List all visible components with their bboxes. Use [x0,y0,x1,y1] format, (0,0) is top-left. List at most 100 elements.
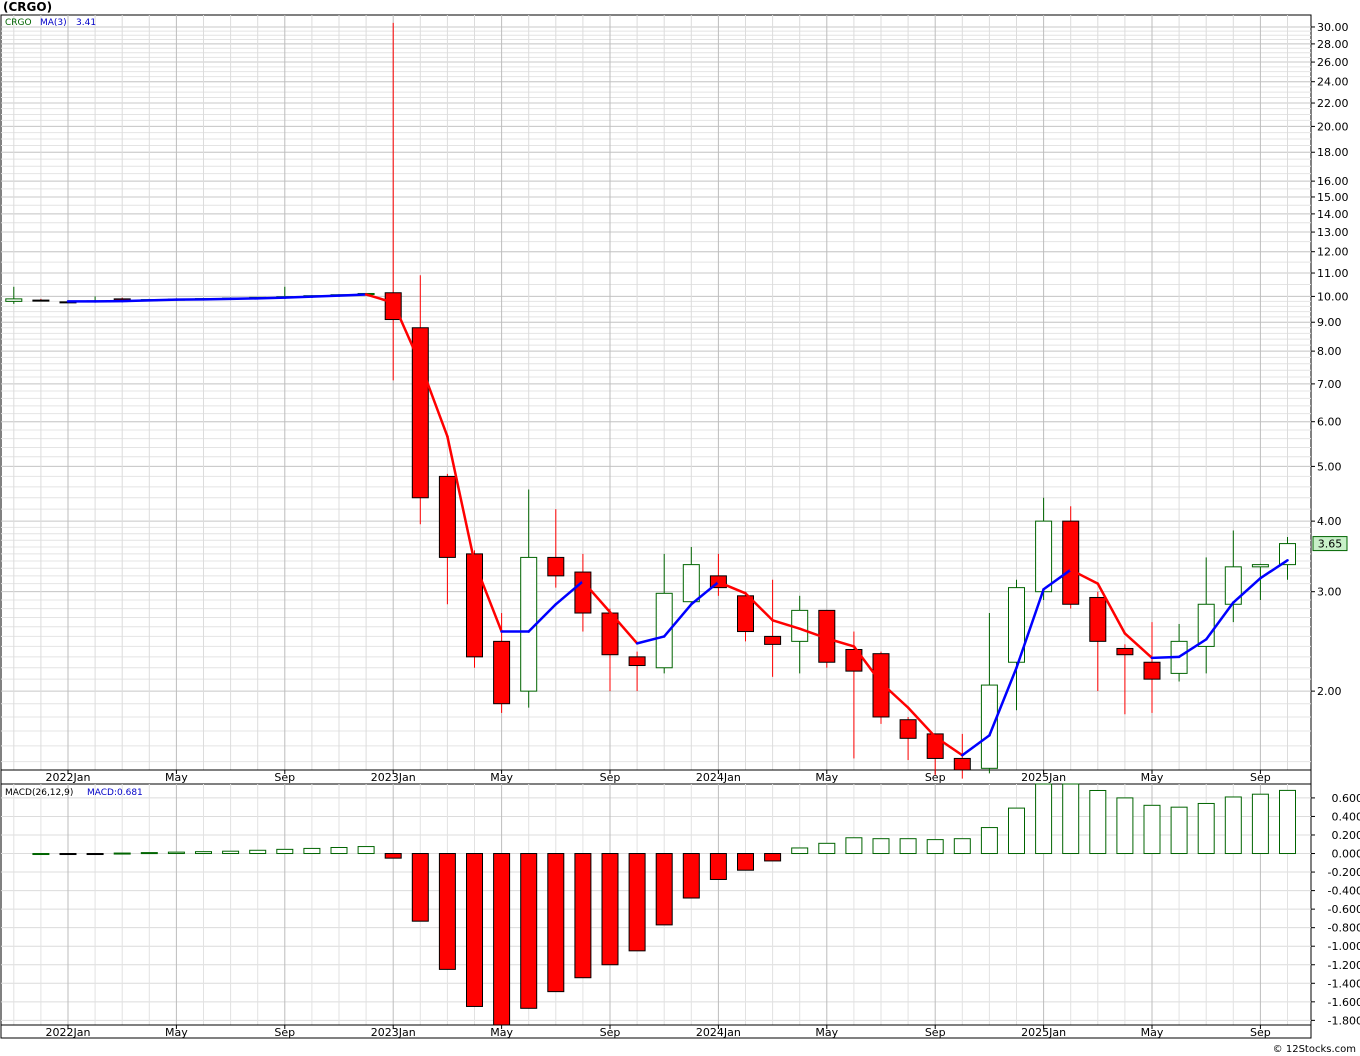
candle-up [980,684,998,769]
price-tick-label: 12.00 [1317,246,1349,259]
price-tick-label: 24.00 [1317,76,1349,89]
macd-bar-negative [682,853,700,899]
candle-down [574,571,592,614]
macd-bar-negative [764,853,782,862]
macd-bar-negative [493,853,511,1026]
macd-bar-negative [438,853,456,970]
macd-bar-positive [980,827,998,855]
price-tick-label: 30.00 [1317,21,1349,34]
macd-bar-positive [303,847,321,855]
candle-down [953,757,971,771]
macd-xtick-label: Sep [600,1026,621,1039]
macd-tick-label: -0.600 [1328,903,1360,916]
macd-tick-label: 0.200 [1332,829,1360,842]
macd-xtick-label: May [1141,1026,1164,1039]
macd-bar-negative [601,853,619,966]
macd-xtick-label: Sep [274,1026,295,1039]
macd-bar-negative [86,853,104,856]
price-tick-label: 13.00 [1317,226,1349,239]
price-tick-label: 8.00 [1317,345,1342,358]
last-price-label: 3.65 [1318,538,1343,551]
macd-bar-positive [1197,802,1215,855]
price-xtick-label: May [1141,771,1164,784]
macd-bar-positive [1089,789,1107,855]
macd-xtick-label: 2025Jan [1021,1026,1066,1039]
macd-bar-negative [655,853,673,926]
macd-xtick-label: 2023Jan [371,1026,416,1039]
ma-segment [1150,655,1181,660]
macd-bar-positive [249,849,267,855]
macd-tick-label: 0.000 [1332,848,1360,861]
macd-bar-negative [628,853,646,952]
candle-down [628,656,646,667]
macd-bar-positive [899,838,917,855]
candle-down [493,640,511,705]
price-xtick-label: 2023Jan [371,771,416,784]
price-tick-label: 9.00 [1317,316,1342,329]
candle-down [1062,520,1080,605]
price-tick-label: 20.00 [1317,120,1349,133]
price-panel: 30.00 28.00 26.00 24.00 22.00 20.00 18.00 16.00… [0,14,1349,785]
price-xtick-label: Sep [600,771,621,784]
macd-xtick-label: 2022Jan [46,1026,91,1039]
candle-up [682,564,700,603]
price-tick-label: 16.00 [1317,175,1349,188]
macd-bar-positive [357,846,375,855]
price-tick-label: 11.00 [1317,267,1349,280]
macd-bar-positive [1035,783,1053,855]
legend-ticker: CRGO [5,18,32,28]
macd-bar-positive [1224,796,1242,855]
macd-tick-label: -1.600 [1328,996,1360,1009]
macd-bar-positive [818,842,836,855]
candle-down [1143,661,1161,680]
macd-tick-label: -0.400 [1328,885,1360,898]
macd-bar-positive [1008,807,1025,855]
macd-bar-negative [547,853,565,993]
candle-down [1116,647,1134,656]
price-tick-label: 7.00 [1317,378,1342,391]
macd-bar-negative [411,853,429,922]
macd-bar-positive [113,852,131,855]
macd-xtick-label: Sep [925,1026,946,1039]
macd-bar-positive [1251,793,1269,855]
macd-bar-positive [953,838,971,855]
ma-segment [256,296,287,300]
macd-tick-label: -1.000 [1328,940,1360,953]
macd-tick-label: -1.400 [1328,977,1360,990]
macd-bar-positive [1062,783,1080,855]
macd-tick-label: 0.400 [1332,810,1360,823]
ma-segment [120,299,151,303]
macd-tick-label: -0.800 [1328,922,1360,935]
price-xtick-label: May [815,771,838,784]
macd-bar-positive [1170,806,1188,855]
macd-xtick-label: 2024Jan [696,1026,741,1039]
price-tick-label: 22.00 [1317,97,1349,110]
macd-tick-label: 0.600 [1332,792,1360,805]
price-tick-label: 3.00 [1317,586,1342,599]
price-xtick-label: May [165,771,188,784]
price-tick-label: 26.00 [1317,56,1349,69]
candle-down [1089,596,1107,642]
price-tick-label: 2.00 [1317,685,1342,698]
candle-down [764,635,782,645]
candle-down [466,553,483,658]
macd-xtick-label: May [165,1026,188,1039]
macd-bar-positive [926,839,944,855]
candle-down [438,475,456,558]
macd-panel: 0.600 0.400 0.200 0.000 -0.200 -0.400 -0.600 -0… [0,783,1360,1039]
macd-tick-label: -0.200 [1328,866,1360,879]
price-tick-label: 15.00 [1317,191,1349,204]
price-tick-label: 28.00 [1317,38,1349,51]
price-xtick-label: 2025Jan [1021,771,1066,784]
macd-bar-negative [384,853,402,859]
macd-bar-negative [709,853,727,880]
candle-down [547,556,565,577]
macd-bar-positive [845,837,863,855]
macd-bar-positive [32,853,50,856]
price-xtick-label: Sep [1250,771,1271,784]
legend-ma-value: 3.41 [76,18,96,28]
price-plot-area [0,14,1312,785]
macd-bar-negative [59,853,77,856]
price-xtick-label: 2022Jan [46,771,91,784]
macd-bar-negative [520,853,538,1009]
